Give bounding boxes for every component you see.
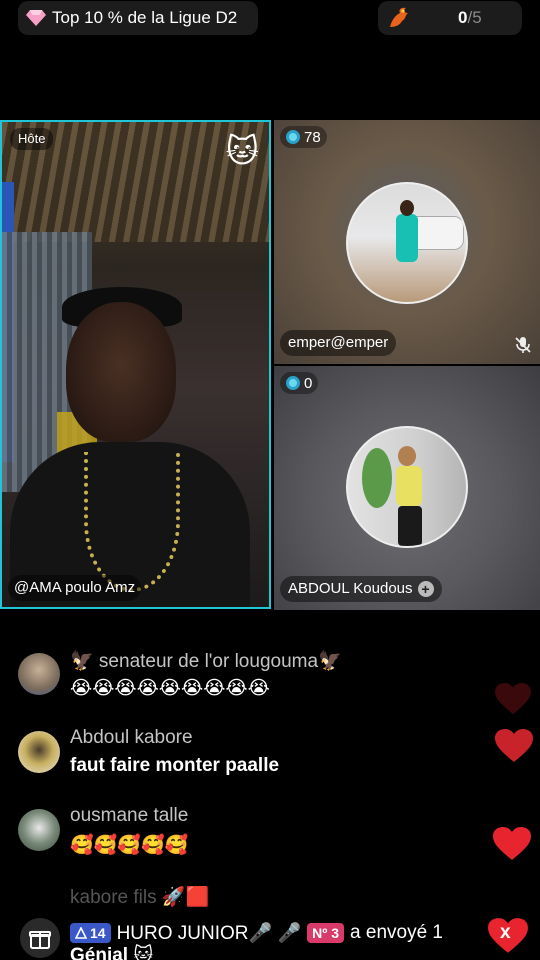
guest-tile-1[interactable]: 78 emper@emper (274, 120, 540, 364)
gifter-rank-badge: Nº 3 (307, 923, 345, 943)
gift-action-text: a envoyé 1 (350, 922, 443, 943)
level-triangle-icon (75, 927, 87, 939)
commenter-avatar[interactable] (18, 731, 60, 773)
heart-icon (495, 682, 531, 715)
person-head (400, 200, 414, 216)
commenter-name: 🦅 senateur de l'or lougouma🦅 (70, 651, 342, 672)
guest-slots-badge[interactable]: 0/5 (378, 1, 522, 35)
guest-coins-badge: 78 (280, 126, 327, 148)
person-torso (396, 466, 422, 506)
live-video-grid: Hôte 🐱 @AMA poulo Amz 78 emper@emper 0 A… (0, 120, 540, 610)
heart-icon (493, 827, 531, 860)
mic-muted-icon (515, 337, 531, 353)
commenter-avatar[interactable] (18, 809, 60, 851)
coin-icon (286, 376, 300, 390)
guest-tile-2[interactable]: 0 ABDOUL Koudous + (274, 366, 540, 610)
host-video-tile[interactable]: Hôte 🐱 @AMA poulo Amz (0, 120, 271, 609)
guest-name-tag[interactable]: ABDOUL Koudous + (280, 576, 442, 602)
gift-notification: 14 HURO JUNIOR🎤 🎤 Nº 3 a envoyé 1 (70, 921, 443, 945)
diamond-icon (26, 10, 46, 26)
cat-sticker-icon: 🐱 (225, 133, 259, 169)
gift-button[interactable] (20, 918, 60, 958)
guest-name-tag[interactable]: emper@emper (280, 330, 397, 356)
user-level-badge: 14 (70, 923, 111, 943)
host-name-tag[interactable]: @AMA poulo Amz (8, 575, 142, 601)
gift-name: Génial 🐱 (70, 945, 154, 960)
guest-coins-badge: 0 (280, 372, 319, 394)
comment-message: faut faire monter paalle (70, 755, 280, 776)
commenter-name: Abdoul kabore (70, 727, 193, 748)
league-badge[interactable]: Top 10 % de la Ligue D2 (18, 1, 258, 35)
guest-slots-count: 0/5 (458, 8, 482, 27)
plant-shape (362, 448, 392, 508)
gift-multiplier-label: x (500, 922, 511, 943)
host-face (66, 302, 176, 442)
coin-icon (286, 130, 300, 144)
commenter-name: ousmane talle (70, 805, 189, 826)
league-badge-label: Top 10 % de la Ligue D2 (52, 8, 238, 27)
comment-message: 🥰🥰🥰🥰🥰 (70, 835, 189, 856)
person-torso (396, 214, 418, 262)
heart-icon (495, 729, 533, 762)
commenter-name: kabore fils 🚀🟥 (70, 887, 210, 908)
gift-box-icon (29, 931, 51, 949)
host-chain (84, 452, 180, 592)
guest-avatar[interactable] (346, 182, 468, 304)
follow-plus-icon[interactable]: + (417, 581, 434, 597)
person-legs (398, 506, 422, 546)
gift-sender-name: HURO JUNIOR🎤 🎤 (116, 923, 302, 944)
commenter-avatar[interactable] (18, 653, 60, 695)
host-role-label: Hôte (10, 128, 54, 150)
comment-message: 😭😭😭😭😭😭😭😭😭 (70, 678, 270, 699)
phoenix-icon (390, 7, 408, 27)
guest-avatar[interactable] (346, 426, 468, 548)
person-head (398, 446, 416, 466)
